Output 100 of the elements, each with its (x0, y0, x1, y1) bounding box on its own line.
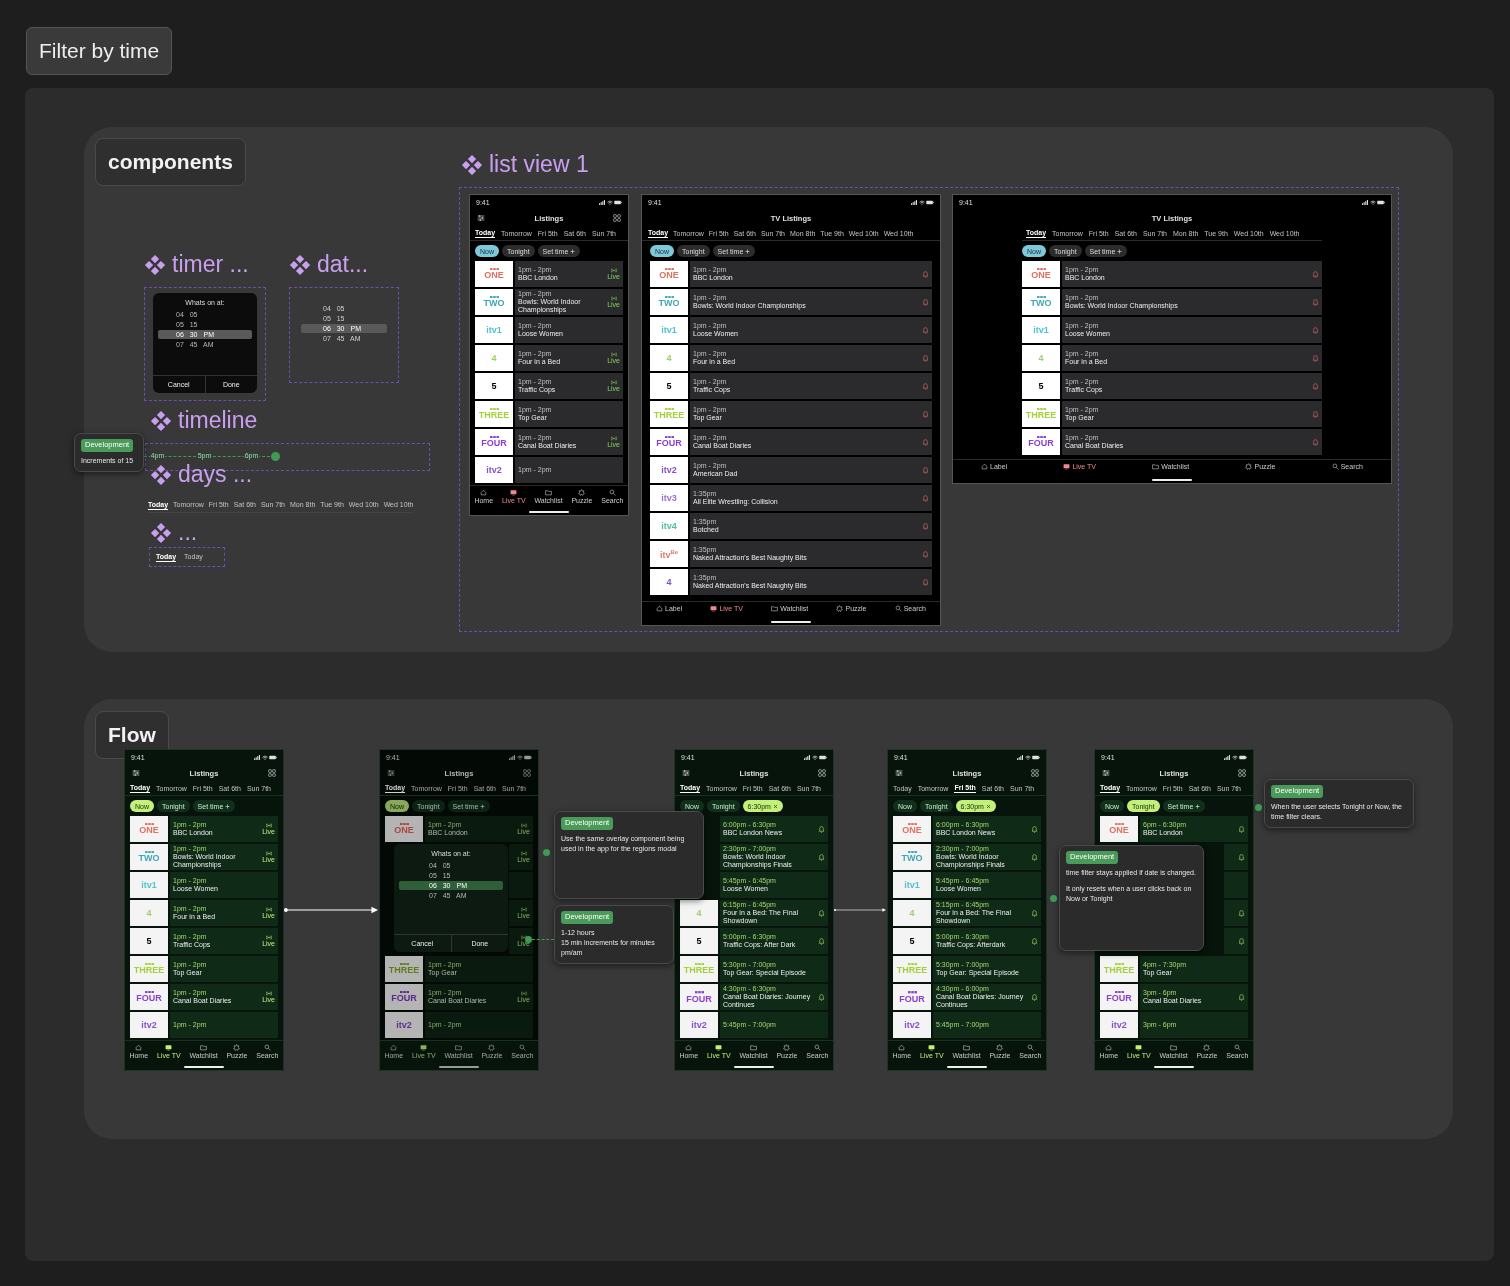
channel-name: itv4 (661, 521, 677, 531)
puzzle-icon (488, 1044, 496, 1051)
channel-name: FOUR (899, 994, 925, 1004)
search-icon (608, 489, 616, 496)
home-indicator (184, 1066, 224, 1068)
search-icon (1026, 1044, 1034, 1051)
channel-name: TWO (658, 299, 680, 309)
component-label: list view 1 (489, 151, 589, 178)
channel-name: 4 (146, 908, 152, 918)
channel-name: 4 (696, 908, 702, 918)
signal-icon (509, 754, 515, 760)
battery-icon (926, 199, 934, 205)
battery-icon (1032, 754, 1040, 760)
channel-name: 5 (909, 936, 915, 946)
search-icon (813, 1044, 821, 1051)
battery-icon (614, 199, 622, 205)
tv-icon (710, 605, 718, 612)
close-icon (985, 803, 991, 809)
signal-icon (254, 754, 260, 760)
grid-icon (523, 769, 531, 777)
channel-name: FOUR (1106, 994, 1132, 1004)
listing-card[interactable] (1224, 928, 1248, 954)
home-icon (656, 605, 664, 612)
grid-icon (1238, 769, 1246, 777)
puzzle-icon (783, 1044, 791, 1051)
component-icon (150, 521, 172, 544)
tv-icon (165, 1044, 173, 1051)
channel-name: THREE (896, 966, 928, 976)
component-label: dat... (317, 251, 369, 278)
channel-name: itv1 (661, 325, 677, 335)
signal-icon (1362, 199, 1368, 205)
home-indicator (529, 511, 569, 513)
wifi-icon (918, 199, 925, 205)
plus-icon (745, 248, 751, 254)
puzzle-icon (233, 1044, 241, 1051)
channel-name: ONE (1031, 271, 1051, 281)
signal-icon (1017, 754, 1023, 760)
wifi-icon (261, 754, 268, 760)
channel-name: FOUR (391, 994, 417, 1004)
page-title: Filter by time (26, 27, 173, 75)
home-icon (1105, 1044, 1113, 1051)
listing-card[interactable] (1224, 900, 1248, 926)
channel-name: 5 (491, 381, 497, 391)
channel-name: THREE (388, 966, 420, 976)
signal-icon (804, 754, 810, 760)
channel-name: FOUR (136, 994, 162, 1004)
grid-icon (613, 214, 621, 222)
channel-name: TWO (901, 854, 923, 864)
puzzle-icon (1203, 1044, 1211, 1051)
close-icon (772, 803, 778, 809)
bbc-blocks-icon (664, 435, 674, 439)
channel-name: itv2 (691, 1020, 707, 1030)
channel-name: 5 (146, 936, 152, 946)
channel-name: itv2 (141, 1020, 157, 1030)
connector-dot (1050, 895, 1057, 902)
home-indicator (1152, 479, 1192, 481)
filter-icon (477, 214, 485, 222)
tv-icon (510, 489, 518, 496)
bbc-blocks-icon (907, 991, 917, 994)
listing-card[interactable] (1224, 844, 1248, 870)
bbc-blocks-icon (144, 822, 154, 826)
connector-dot (1255, 804, 1262, 811)
tv-icon (928, 1044, 936, 1051)
plus-icon (570, 248, 576, 254)
channel-name: THREE (653, 411, 685, 421)
channel-name: FOUR (481, 439, 507, 449)
grid-icon (1031, 769, 1039, 777)
component-label: ... (178, 519, 198, 546)
signal-icon (599, 199, 605, 205)
bbc-blocks-icon (489, 435, 499, 439)
component-icon (144, 253, 166, 276)
home-icon (135, 1044, 143, 1051)
channel-name: THREE (683, 966, 715, 976)
filter-icon (132, 769, 140, 777)
bbc-blocks-icon (399, 822, 409, 826)
bbc-blocks-icon (1114, 962, 1124, 966)
wifi-icon (1024, 754, 1031, 760)
slider-thumb[interactable] (271, 452, 280, 461)
channel-name: THREE (1103, 966, 1135, 976)
channel-name: itv2 (1111, 1020, 1127, 1030)
component-icon (461, 153, 483, 176)
channel-name: itv1 (141, 880, 157, 890)
home-icon (390, 1044, 398, 1051)
channel-name: ONE (1109, 826, 1129, 836)
channel-name: THREE (133, 966, 165, 976)
home-icon (981, 463, 989, 470)
channel-name: itv$^{Be}$ (659, 548, 679, 560)
search-icon (1233, 1044, 1241, 1051)
battery-icon (524, 754, 532, 760)
home-indicator (439, 1066, 479, 1068)
home-indicator (771, 621, 811, 623)
filter-icon (895, 769, 903, 777)
bbc-blocks-icon (399, 990, 409, 994)
home-indicator (947, 1066, 987, 1068)
bbc-blocks-icon (144, 962, 154, 966)
component-label: days ... (178, 461, 253, 488)
flow-arrow (834, 906, 886, 914)
bbc-blocks-icon (907, 822, 917, 826)
search-icon (263, 1044, 271, 1051)
component-icon (289, 253, 311, 276)
